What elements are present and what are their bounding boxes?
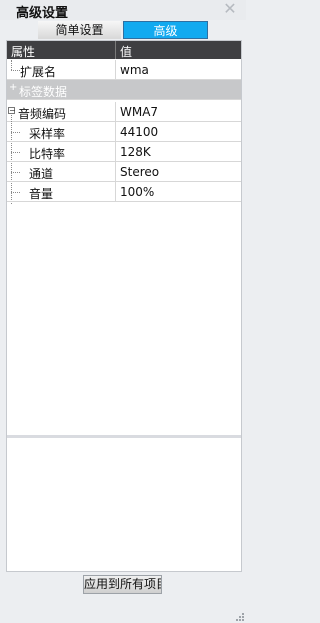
tree-connector [11, 152, 20, 153]
header-divider [115, 41, 116, 59]
group-name: 标签数据 [19, 85, 68, 99]
apply-to-all-button[interactable]: 应用到所有项目 [83, 575, 162, 594]
property-row-extension[interactable]: 扩展名 wma [7, 60, 241, 80]
collapse-icon[interactable]: − [8, 107, 16, 115]
resize-grip-icon[interactable] [234, 611, 244, 621]
property-name: 采样率 [29, 127, 66, 141]
window-title: 高级设置 [16, 6, 69, 21]
tab-bar: 简单设置 高级 [38, 21, 208, 39]
column-divider [115, 142, 116, 161]
title-bar: 高级设置 ✕ [0, 0, 246, 21]
property-value[interactable]: WMA7 [120, 105, 158, 119]
column-divider [115, 102, 116, 121]
header-property: 属性 [11, 45, 36, 59]
property-row-sample-rate[interactable]: 采样率 44100 [7, 122, 241, 142]
property-value[interactable]: 100% [120, 185, 154, 199]
property-name: 扩展名 [20, 65, 57, 79]
property-value[interactable]: 128K [120, 145, 151, 159]
property-row-bitrate[interactable]: 比特率 128K [7, 142, 241, 162]
description-splitter[interactable] [7, 435, 241, 438]
column-divider [115, 182, 116, 201]
column-divider [115, 162, 116, 181]
close-icon[interactable]: ✕ [222, 0, 238, 18]
header-value: 值 [120, 45, 133, 59]
tree-connector [11, 172, 20, 173]
tree-connector [11, 70, 20, 71]
property-value[interactable]: wma [120, 63, 149, 77]
property-grid: 属性 值 扩展名 wma + 标签数据 − 音频编码 WMA7 采样率 4410… [6, 40, 242, 572]
property-row-channels[interactable]: 通道 Stereo [7, 162, 241, 182]
property-name: 通道 [29, 167, 54, 181]
expand-icon[interactable]: + [9, 82, 17, 93]
property-value[interactable]: Stereo [120, 165, 159, 179]
tab-advanced[interactable]: 高级 [123, 21, 208, 39]
property-name: 音量 [29, 187, 54, 201]
tree-connector [11, 132, 20, 133]
grid-header: 属性 值 [7, 41, 241, 59]
property-row-volume[interactable]: 音量 100% [7, 182, 241, 202]
property-name: 比特率 [29, 147, 66, 161]
column-divider [115, 122, 116, 141]
tab-simple-settings[interactable]: 简单设置 [38, 21, 121, 39]
property-value[interactable]: 44100 [120, 125, 158, 139]
tree-connector [11, 192, 20, 193]
column-divider [115, 60, 116, 79]
tree-line [11, 60, 12, 70]
group-row-audio-codec[interactable]: − 音频编码 WMA7 [7, 102, 241, 122]
property-name: 音频编码 [18, 107, 67, 121]
group-row-tag-data[interactable]: + 标签数据 [7, 80, 241, 100]
